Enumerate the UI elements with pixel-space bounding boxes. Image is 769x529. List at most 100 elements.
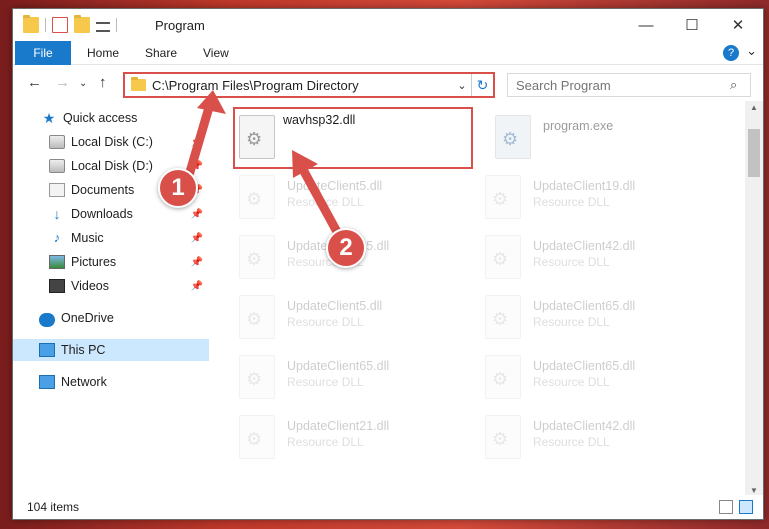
toolbar-divider: [116, 18, 117, 32]
search-input[interactable]: [516, 77, 730, 93]
properties-icon[interactable]: [52, 17, 68, 33]
ribbon-tabs: File Home Share View ? ⌄: [13, 41, 763, 65]
sidebar-item-label: This PC: [61, 343, 106, 357]
file-item[interactable]: ⚙ UpdateClient42.dll Resource DLL: [485, 233, 725, 291]
tab-home[interactable]: Home: [75, 41, 131, 65]
refresh-button[interactable]: ↻: [471, 74, 493, 96]
title-bar: Program — ☐ ✕: [13, 9, 763, 41]
sidebar-item-music[interactable]: ♪ Music 📌: [13, 227, 209, 249]
file-name: UpdateClient42.dll: [533, 419, 636, 433]
pin-icon[interactable]: 📌: [191, 137, 203, 148]
network-icon: [39, 375, 55, 389]
vertical-scrollbar[interactable]: ▲ ▼: [745, 101, 763, 497]
tab-share[interactable]: Share: [133, 41, 189, 65]
star-icon: ★: [42, 110, 56, 126]
sidebar-item-label: Documents: [71, 183, 135, 197]
file-name: UpdateClient5.dll: [287, 179, 383, 193]
folder-icon: [131, 77, 146, 91]
search-box[interactable]: ⌕: [507, 73, 751, 97]
sidebar-item-label: Videos: [71, 279, 109, 293]
pin-icon[interactable]: 📌: [191, 161, 203, 172]
file-item-wavhsp32[interactable]: ⚙ wavhsp32.dll: [233, 107, 473, 169]
scroll-down-arrow-icon[interactable]: ▼: [745, 486, 763, 495]
file-name: UpdateClient65.dll: [533, 359, 636, 373]
file-name: UpdateClient65.dll: [287, 359, 390, 373]
sidebar-item-this-pc[interactable]: This PC: [13, 339, 209, 361]
sidebar-item-videos[interactable]: Videos 📌: [13, 275, 209, 297]
sidebar-item-label: Local Disk (D:): [71, 159, 153, 173]
navigation-bar: ← → ⌄ ↑ C:\Program Files\Program Directo…: [13, 66, 763, 100]
details-view-icon[interactable]: [719, 500, 733, 514]
recent-locations-button[interactable]: ⌄: [79, 78, 87, 89]
tab-view[interactable]: View: [191, 41, 241, 65]
minimize-button[interactable]: —: [623, 9, 669, 41]
exe-file-icon: ⚙: [495, 115, 531, 159]
sidebar-item-network[interactable]: Network: [13, 371, 209, 393]
disk-icon: [49, 135, 65, 149]
forward-button[interactable]: →: [55, 74, 70, 91]
scroll-thumb[interactable]: [748, 129, 760, 177]
gear-icon: ⚙: [492, 369, 509, 389]
videos-icon: [49, 279, 65, 293]
file-item[interactable]: ⚙ UpdateClient19.dll Resource DLL: [485, 173, 725, 231]
file-item[interactable]: ⚙ UpdateClient65.dll Resource DLL: [239, 353, 479, 411]
file-item[interactable]: ⚙ UpdateClient65.dll Resource DLL: [485, 293, 725, 351]
gear-icon: ⚙: [246, 369, 263, 389]
up-button[interactable]: ↑: [99, 74, 107, 91]
pin-icon[interactable]: 📌: [191, 257, 203, 268]
file-item[interactable]: ⚙ UpdateClient21.dll Resource DLL: [239, 413, 479, 471]
dll-file-icon: ⚙: [239, 355, 275, 399]
pin-icon[interactable]: 📌: [191, 233, 203, 244]
pin-icon[interactable]: 📌: [191, 209, 203, 220]
sidebar-item-pictures[interactable]: Pictures 📌: [13, 251, 209, 273]
gear-icon: ⚙: [492, 429, 509, 449]
sidebar-item-quick-access[interactable]: ★ Quick access: [13, 107, 209, 129]
file-item[interactable]: ⚙ UpdateClient5.dll Resource DLL: [239, 173, 479, 231]
file-type: Resource DLL: [533, 375, 610, 389]
address-bar[interactable]: C:\Program Files\Program Directory ⌄ ↻: [123, 72, 495, 98]
sidebar-item-label: Downloads: [71, 207, 133, 221]
close-button[interactable]: ✕: [715, 9, 761, 41]
sidebar-item-onedrive[interactable]: OneDrive: [13, 307, 209, 329]
file-item[interactable]: ⚙ UpdateClient5.dll Resource DLL: [239, 293, 479, 351]
sidebar-item-label: Network: [61, 375, 107, 389]
dll-file-icon: ⚙: [239, 115, 275, 159]
new-folder-icon[interactable]: [74, 15, 90, 33]
sidebar-item-label: Quick access: [63, 111, 138, 125]
file-name: wavhsp32.dll: [283, 113, 356, 127]
large-icons-view-icon[interactable]: [739, 500, 753, 514]
sidebar-item-label: Music: [71, 231, 104, 245]
app-icon: ⚙: [502, 129, 519, 149]
customize-toolbar-icon[interactable]: [96, 21, 110, 32]
address-dropdown-button[interactable]: ⌄: [453, 79, 471, 92]
file-name: UpdateClient42.dll: [533, 239, 636, 253]
onedrive-icon: [39, 312, 55, 327]
tab-file[interactable]: File: [15, 41, 71, 65]
file-type: Resource DLL: [533, 435, 610, 449]
file-item[interactable]: ⚙ UpdateClient65.dll Resource DLL: [485, 353, 725, 411]
file-type: Resource DLL: [287, 195, 364, 209]
pin-icon[interactable]: 📌: [191, 281, 203, 292]
file-list: ⚙ wavhsp32.dll ⚙ program.exe ⚙ UpdateCli…: [213, 101, 745, 497]
toolbar-divider: [45, 18, 46, 32]
scroll-up-arrow-icon[interactable]: ▲: [745, 103, 763, 112]
pictures-icon: [49, 255, 65, 269]
dll-file-icon: ⚙: [239, 295, 275, 339]
file-type: Resource DLL: [287, 315, 364, 329]
file-item[interactable]: ⚙ UpdateClient42.dll Resource DLL: [485, 413, 725, 471]
gear-icon: ⚙: [246, 309, 263, 329]
expand-ribbon-icon[interactable]: ⌄: [746, 43, 757, 59]
maximize-button[interactable]: ☐: [669, 9, 715, 41]
window-title: Program: [155, 18, 205, 33]
file-name: UpdateClient19.dll: [533, 179, 636, 193]
search-icon[interactable]: ⌕: [730, 77, 750, 93]
step-1-badge: 1: [158, 168, 198, 208]
sidebar-item-local-disk-c[interactable]: Local Disk (C:) 📌: [13, 131, 209, 153]
gear-icon: ⚙: [246, 189, 263, 209]
dll-file-icon: ⚙: [485, 295, 521, 339]
help-icon[interactable]: ?: [723, 45, 739, 61]
address-path[interactable]: C:\Program Files\Program Directory: [152, 78, 453, 93]
file-item-program-exe[interactable]: ⚙ program.exe: [495, 113, 735, 171]
dll-file-icon: ⚙: [239, 235, 275, 279]
back-button[interactable]: ←: [27, 74, 42, 91]
